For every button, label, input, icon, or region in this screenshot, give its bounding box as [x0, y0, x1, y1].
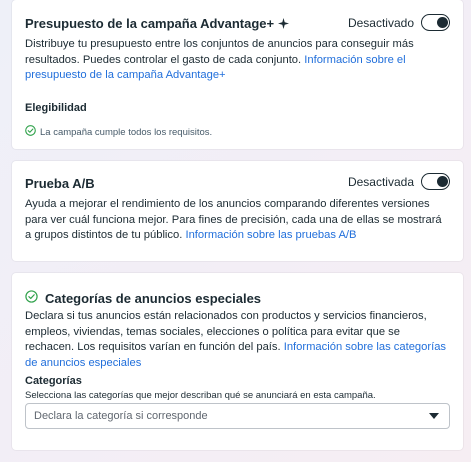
- special-categories-title-row: Categorías de anuncios especiales: [25, 290, 261, 306]
- sparkle-icon: [278, 17, 290, 32]
- advantage-budget-title-row: Presupuesto de la campaña Advantage+: [25, 16, 290, 32]
- advantage-budget-title: Presupuesto de la campaña Advantage+: [25, 16, 275, 31]
- eligibility-status-text: La campaña cumple todos los requisitos.: [40, 126, 213, 138]
- check-circle-icon: [25, 290, 38, 306]
- special-categories-description-block: Declara si tus anuncios están relacionad…: [25, 309, 450, 371]
- ab-test-title: Prueba A/B: [25, 176, 95, 191]
- caret-down-icon: [429, 413, 439, 419]
- ab-test-toggle-group: Desactivada: [348, 173, 450, 190]
- advantage-budget-toggle-label: Desactivado: [347, 15, 414, 30]
- ab-test-info-link[interactable]: Información sobre las pruebas A/B: [185, 229, 356, 241]
- categories-label: Categorías: [25, 375, 82, 387]
- advantage-budget-toggle[interactable]: [421, 14, 450, 31]
- eligibility-heading: Elegibilidad: [25, 102, 87, 114]
- advantage-budget-toggle-group: Desactivado: [348, 14, 450, 31]
- special-categories-card: Categorías de anuncios especiales Declar…: [12, 273, 463, 450]
- categories-dropdown-placeholder: Declara la categoría si corresponde: [34, 410, 208, 422]
- eligibility-status-row: La campaña cumple todos los requisitos.: [25, 125, 212, 139]
- categories-dropdown[interactable]: Declara la categoría si corresponde: [25, 403, 450, 429]
- ab-test-card: Prueba A/B Desactivada Ayuda a mejorar e…: [12, 161, 463, 261]
- special-categories-title: Categorías de anuncios especiales: [45, 290, 262, 306]
- ab-test-description-block: Ayuda a mejorar el rendimiento de los an…: [25, 197, 450, 244]
- advantage-budget-description-block: Distribuye tu presupuesto entre los conj…: [25, 37, 435, 84]
- check-circle-icon: [25, 125, 36, 139]
- categories-help-text: Selecciona las categorías que mejor desc…: [25, 390, 376, 401]
- ab-test-toggle-label: Desactivada: [347, 174, 414, 189]
- advantage-budget-card: Presupuesto de la campaña Advantage+ Des…: [12, 0, 463, 149]
- ab-test-toggle[interactable]: [421, 173, 450, 190]
- toggle-knob: [436, 175, 448, 187]
- toggle-knob: [436, 16, 448, 28]
